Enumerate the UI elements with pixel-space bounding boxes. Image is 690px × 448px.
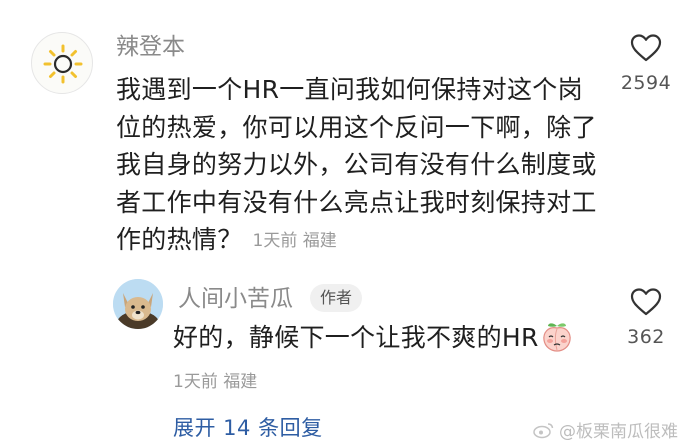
comment-like-button[interactable]: 2594 [611, 33, 681, 94]
heart-outline-icon[interactable] [630, 33, 662, 63]
watermark-text: @板栗南瓜很难 [559, 422, 678, 442]
reply-meta: 1天前 福建 [173, 367, 257, 392]
reply-time: 1天前 [173, 372, 218, 392]
comment-text-line: 作的热情？ [116, 225, 243, 254]
reply-text: 好的，静候下一个让我不爽的HR [173, 323, 539, 352]
reply-like-button[interactable]: 362 [611, 287, 681, 348]
reply-location: 福建 [223, 372, 258, 392]
watermark: @板栗南瓜很难 [533, 417, 678, 442]
dog-avatar-icon [113, 279, 163, 329]
comment-like-count: 2594 [620, 72, 672, 94]
comment-text: 我遇到一个HR一直问我如何保持对这个岗 位的热爱，你可以用这个反问一下啊，除了 … [116, 71, 597, 261]
reply-username[interactable]: 人间小苦瓜 [178, 284, 293, 314]
comment-location: 福建 [302, 231, 337, 251]
heart-outline-icon[interactable] [630, 287, 662, 317]
weibo-logo-icon [533, 422, 554, 438]
author-badge: 作者 [310, 284, 363, 312]
commenter-avatar[interactable] [31, 32, 93, 94]
comment-text-line: 我自身的努力以外，公司有没有什么制度或 [116, 150, 597, 179]
comment-text-last-line: 作的热情？ 1天前 福建 [116, 221, 586, 261]
reply-text-block: 好的，静候下一个让我不爽的HR [173, 320, 573, 356]
comment-time: 1天前 [252, 231, 298, 251]
peach-emoji-icon [542, 323, 571, 352]
comment-text-line: 者工作中有没有什么亮点让我时刻保持对工 [116, 187, 597, 217]
comment-text-line: 我遇到一个HR一直问我如何保持对这个岗 [116, 75, 583, 104]
sun-icon [43, 44, 83, 84]
comment-meta: 1天前 福建 [253, 231, 337, 251]
commenter-username[interactable]: 辣登本 [116, 32, 185, 62]
reply-avatar[interactable] [113, 279, 163, 329]
reply-like-count: 362 [627, 326, 665, 348]
comment-text-line: 位的热爱，你可以用这个反问一下啊，除了 [116, 112, 597, 142]
expand-replies-link[interactable]: 展开 14 条回复 [173, 412, 323, 442]
